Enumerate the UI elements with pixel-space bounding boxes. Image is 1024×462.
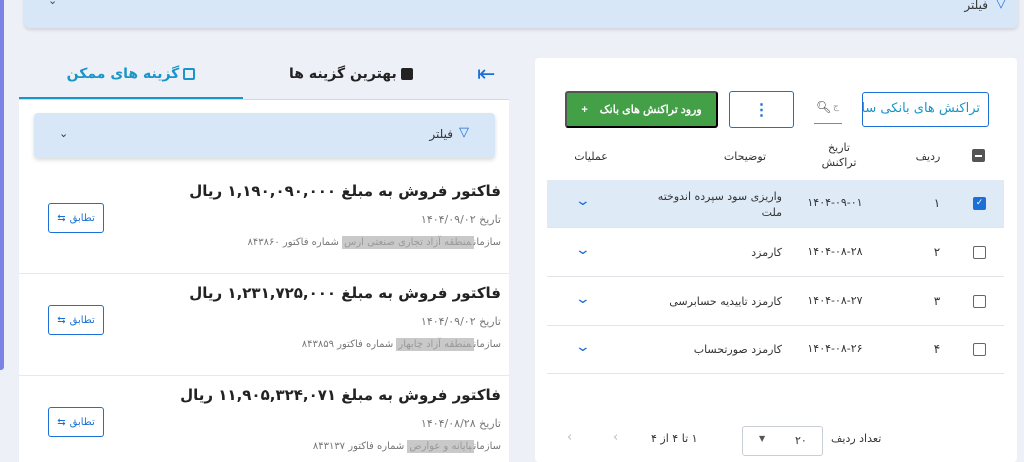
search-icon: 🔍︎ bbox=[816, 100, 832, 114]
row-checkbox[interactable] bbox=[973, 246, 986, 259]
invoice-filter-bar[interactable]: ⌄ فیلتر ▽ bbox=[34, 113, 495, 158]
row-date: ۱۴۰۴-۰۸-۲۷ bbox=[807, 294, 863, 307]
invoice-list: ⌄ فیلتر ▽ فاکتور فروش به مبلغ ۱,۱۹۰,۰۹۰,… bbox=[19, 100, 509, 462]
header-date-line1: تاریخ bbox=[828, 141, 850, 154]
link-icon: ⇆ bbox=[57, 416, 66, 428]
copy-icon bbox=[400, 68, 413, 80]
chevron-left-icon[interactable]: ‹ bbox=[613, 430, 618, 445]
filter-icon: ▽ bbox=[996, 0, 1006, 11]
header-transaction-date: تاریخ تراکنش bbox=[809, 140, 869, 170]
invoice-item: فاکتور فروش به مبلغ ۱,۱۹۰,۰۹۰,۰۰۰ ریال ت… bbox=[19, 172, 509, 274]
tab-label: گزینه های ممکن bbox=[66, 66, 180, 82]
match-label: تطابق bbox=[69, 416, 95, 428]
org-prefix: سازمان bbox=[473, 237, 501, 248]
more-options-button[interactable]: ⋮ bbox=[729, 91, 794, 128]
invoice-item: فاکتور فروش به مبلغ ۱۱,۹۰۵,۳۲۴,۰۷۱ ریال … bbox=[19, 376, 509, 462]
page-size-value: ۲۰ bbox=[795, 434, 807, 447]
match-label: تطابق bbox=[69, 212, 95, 224]
org-prefix: سازمان bbox=[473, 441, 501, 452]
header-description: توضیحات bbox=[723, 150, 767, 163]
invoice-number: شماره فاکتور ۸۴۳۸۵۹ bbox=[301, 339, 394, 350]
tab-best-options[interactable]: بهترین گزینه ها bbox=[289, 66, 413, 82]
bank-transactions-panel: تراکنش های بانکی سال 🔍︎ ج ⋮ ورود تراکنش … bbox=[535, 58, 1017, 462]
link-icon: ⇆ bbox=[57, 314, 66, 326]
organization-name: منطقه آزاد تجاری صنعتی ارس bbox=[342, 236, 474, 249]
row-description: واریزی سود سپرده اندوخته ملت bbox=[657, 190, 782, 219]
row-checkbox[interactable]: ✓ bbox=[973, 197, 986, 210]
match-button[interactable]: تطابق ⇆ bbox=[48, 407, 104, 437]
invoice-number: شماره فاکتور ۸۴۳۸۶۰ bbox=[247, 237, 339, 248]
chevron-down-icon[interactable]: ⌄ bbox=[59, 127, 68, 140]
header-operations: عملیات bbox=[574, 150, 608, 163]
caret-down-icon: ▼ bbox=[759, 434, 766, 443]
tab-label: بهترین گزینه ها bbox=[289, 66, 397, 82]
table-row[interactable]: ۳ ۱۴۰۴-۰۸-۲۷ کارمزد تاییدیه حسابرسی ⌄ bbox=[547, 278, 1004, 326]
row-number: ۴ bbox=[933, 342, 941, 356]
expand-chevron-icon[interactable]: ⌄ bbox=[575, 193, 591, 209]
invoice-title: فاکتور فروش به مبلغ ۱۱,۹۰۵,۳۲۴,۰۷۱ ریال bbox=[180, 386, 501, 404]
chevron-left-icon[interactable]: ‹ bbox=[567, 430, 572, 445]
organization-name: منطقه آزاد چابهار bbox=[396, 338, 474, 351]
row-checkbox[interactable] bbox=[973, 343, 986, 356]
row-checkbox[interactable] bbox=[973, 295, 986, 308]
page-size-select[interactable]: ۲۰ ▼ bbox=[742, 426, 823, 456]
invoice-date: تاریخ ۱۴۰۴/۰۹/۰۲ bbox=[420, 315, 501, 328]
filter-label: فیلتر bbox=[429, 127, 453, 141]
table-row[interactable]: ۲ ۱۴۰۴-۰۸-۲۸ کارمزد ⌄ bbox=[547, 229, 1004, 277]
invoice-number: شماره فاکتور ۸۴۳۱۳۷ bbox=[312, 441, 405, 452]
row-date: ۱۴۰۴-۰۸-۲۸ bbox=[807, 245, 863, 258]
filter-label: فیلتر bbox=[964, 0, 988, 12]
expand-chevron-icon[interactable]: ⌄ bbox=[575, 291, 591, 307]
account-select[interactable]: تراکنش های بانکی سال bbox=[862, 92, 989, 127]
row-number: ۱ bbox=[933, 196, 941, 210]
invoice-panel: گزینه های ممکن بهترین گزینه ها ⇤ ⌄ فیلتر… bbox=[19, 60, 509, 462]
header-row-number: ردیف bbox=[915, 150, 941, 163]
table-row[interactable]: ۴ ۱۴۰۴-۰۸-۲۶ کارمزد صورتحساب ⌄ bbox=[547, 326, 1004, 374]
top-filter-bar[interactable]: ⌄ فیلتر ▽ bbox=[24, 0, 1018, 28]
row-number: ۲ bbox=[933, 245, 941, 259]
expand-chevron-icon[interactable]: ⌄ bbox=[575, 339, 591, 355]
org-prefix: سازمان bbox=[473, 339, 501, 350]
table-row[interactable]: ✓ ۱ ۱۴۰۴-۰۹-۰۱ واریزی سود سپرده اندوخته … bbox=[547, 180, 1004, 228]
filter-icon: ▽ bbox=[459, 125, 469, 140]
row-description: کارمزد تاییدیه حسابرسی bbox=[669, 295, 782, 308]
chevron-down-icon[interactable]: ⌄ bbox=[48, 0, 57, 7]
invoice-meta: سازمانمنطقه آزاد تجاری صنعتی ارس شماره ف… bbox=[247, 236, 501, 249]
rows-per-page-label: تعداد ردیف bbox=[831, 432, 882, 445]
collapse-arrow-icon[interactable]: ⇤ bbox=[477, 62, 495, 87]
row-number: ۳ bbox=[933, 294, 941, 308]
import-label: ورود تراکنش های بانک bbox=[599, 104, 702, 116]
invoice-meta: سازمانپایانه و عوارض شماره فاکتور ۸۴۳۱۳۷ bbox=[312, 440, 501, 453]
invoice-meta: سازمانمنطقه آزاد چابهار شماره فاکتور ۸۴۳… bbox=[301, 338, 501, 351]
row-date: ۱۴۰۴-۰۹-۰۱ bbox=[807, 196, 863, 209]
expand-chevron-icon[interactable]: ⌄ bbox=[575, 242, 591, 258]
select-all-checkbox[interactable] bbox=[972, 149, 985, 162]
left-accent-bar bbox=[0, 0, 4, 370]
tab-possible-options[interactable]: گزینه های ممکن bbox=[19, 66, 243, 99]
link-icon: ⇆ bbox=[57, 212, 66, 224]
invoice-title: فاکتور فروش به مبلغ ۱,۲۳۱,۷۲۵,۰۰۰ ریال bbox=[189, 284, 501, 302]
pagination-range: ۱ تا ۴ از ۴ bbox=[651, 432, 698, 445]
plus-icon: + bbox=[581, 103, 588, 116]
invoice-title: فاکتور فروش به مبلغ ۱,۱۹۰,۰۹۰,۰۰۰ ریال bbox=[189, 182, 501, 200]
organization-name: پایانه و عوارض bbox=[407, 440, 474, 453]
row-date: ۱۴۰۴-۰۸-۲۶ bbox=[807, 342, 863, 355]
invoice-date: تاریخ ۱۴۰۴/۰۹/۰۲ bbox=[420, 213, 501, 226]
match-button[interactable]: تطابق ⇆ bbox=[48, 305, 104, 335]
match-label: تطابق bbox=[69, 314, 95, 326]
search-input[interactable]: 🔍︎ ج bbox=[814, 94, 842, 124]
invoice-item: فاکتور فروش به مبلغ ۱,۲۳۱,۷۲۵,۰۰۰ ریال ت… bbox=[19, 274, 509, 376]
import-transactions-button[interactable]: ورود تراکنش های بانک + bbox=[565, 91, 718, 128]
row-description: کارمزد bbox=[751, 246, 782, 259]
header-date-line2: تراکنش bbox=[821, 156, 857, 169]
invoice-date: تاریخ ۱۴۰۴/۰۸/۲۸ bbox=[420, 417, 501, 430]
copy-icon bbox=[183, 68, 196, 80]
invoice-tabs: گزینه های ممکن بهترین گزینه ها ⇤ bbox=[19, 60, 509, 100]
search-placeholder: ج bbox=[833, 102, 839, 112]
row-description: کارمزد صورتحساب bbox=[693, 343, 782, 356]
match-button[interactable]: تطابق ⇆ bbox=[48, 203, 104, 233]
